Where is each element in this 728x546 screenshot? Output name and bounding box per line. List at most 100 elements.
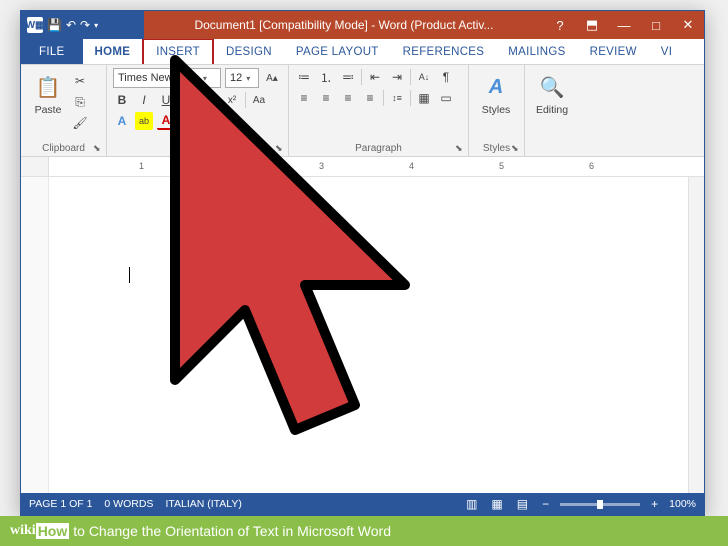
- word-app-icon[interactable]: W▦: [27, 17, 43, 33]
- align-left-button[interactable]: ≡: [295, 89, 313, 107]
- divider: [245, 92, 246, 108]
- cut-button[interactable]: ✂: [71, 72, 89, 90]
- wikihow-logo-how: How: [36, 523, 70, 539]
- ruler-horizontal[interactable]: 1 2 3 4 5 6: [21, 157, 704, 177]
- paste-button[interactable]: 📋 Paste: [27, 68, 69, 132]
- ruler-tick: 3: [319, 161, 324, 171]
- print-layout-button[interactable]: ▦: [488, 497, 505, 511]
- tab-review[interactable]: REVIEW: [578, 39, 649, 64]
- tab-home[interactable]: HOME: [83, 39, 143, 64]
- grow-font-button[interactable]: A▴: [263, 69, 281, 87]
- show-hide-button[interactable]: ¶: [437, 68, 455, 86]
- sort-button[interactable]: A↓: [415, 68, 433, 86]
- text-effects-button[interactable]: A: [113, 112, 131, 130]
- italic-button[interactable]: I: [135, 91, 153, 109]
- status-bar: PAGE 1 OF 1 0 WORDS ITALIAN (ITALY) ▥ ▦ …: [21, 493, 704, 515]
- styles-button[interactable]: A Styles: [475, 68, 517, 116]
- ruler-tick: 6: [589, 161, 594, 171]
- zoom-slider[interactable]: [560, 503, 640, 506]
- styles-icon: A: [481, 72, 511, 102]
- case-button[interactable]: Aa: [250, 91, 268, 109]
- group-clipboard: 📋 Paste ✂ ⎘ 🖌 Clipboard ⬊: [21, 65, 107, 156]
- multilevel-button[interactable]: ≕: [339, 68, 357, 86]
- format-painter-button[interactable]: 🖌: [71, 114, 89, 132]
- increase-indent-button[interactable]: ⇥: [388, 68, 406, 86]
- scrollbar-vertical[interactable]: [688, 177, 704, 493]
- bullets-button[interactable]: ≔: [295, 68, 313, 86]
- wikihow-caption: wikiHow to Change the Orientation of Tex…: [0, 516, 728, 546]
- styles-btn-label: Styles: [482, 104, 511, 116]
- tab-file[interactable]: FILE: [21, 39, 83, 64]
- wikihow-logo-wiki: wiki: [10, 523, 36, 539]
- save-button[interactable]: 💾: [47, 18, 62, 32]
- editing-btn-label: Editing: [536, 104, 568, 116]
- tab-insert[interactable]: INSERT: [142, 38, 214, 64]
- paragraph-label: Paragraph: [289, 143, 468, 154]
- font-name-combo[interactable]: Times New Rom▾: [113, 68, 221, 88]
- strike-button[interactable]: abc: [179, 91, 197, 109]
- ruler-tick: 5: [499, 161, 504, 171]
- ruler-ticks: 1 2 3 4 5 6: [49, 157, 704, 176]
- find-icon: 🔍: [537, 72, 567, 102]
- window-title: Document1 [Compatibility Mode] - Word (P…: [144, 18, 544, 32]
- zoom-thumb[interactable]: [597, 500, 603, 509]
- divider: [383, 90, 384, 106]
- text-cursor: [129, 267, 130, 283]
- editing-button[interactable]: 🔍 Editing: [531, 68, 573, 116]
- tab-design[interactable]: DESIGN: [214, 39, 284, 64]
- undo-button[interactable]: ↶: [66, 18, 76, 32]
- underline-button[interactable]: U: [157, 91, 175, 109]
- tab-page-layout[interactable]: PAGE LAYOUT: [284, 39, 391, 64]
- status-page[interactable]: PAGE 1 OF 1: [29, 498, 92, 510]
- qat-more-button[interactable]: ▾: [94, 21, 98, 30]
- styles-launcher[interactable]: ⬊: [511, 143, 521, 153]
- bold-button[interactable]: B: [113, 91, 131, 109]
- minimize-button[interactable]: —: [608, 11, 640, 39]
- superscript-button[interactable]: x²: [223, 91, 241, 109]
- close-button[interactable]: ✕: [672, 11, 704, 39]
- paste-label: Paste: [35, 104, 62, 116]
- subscript-button[interactable]: x₂: [201, 91, 219, 109]
- maximize-button[interactable]: □: [640, 11, 672, 39]
- align-center-button[interactable]: ≡: [317, 89, 335, 107]
- divider: [410, 69, 411, 85]
- font-size-combo[interactable]: 12▾: [225, 68, 259, 88]
- help-button[interactable]: ?: [544, 11, 576, 39]
- caption-text: to Change the Orientation of Text in Mic…: [73, 523, 391, 539]
- numbering-button[interactable]: ⒈: [317, 68, 335, 86]
- clipboard-launcher[interactable]: ⬊: [93, 143, 103, 153]
- paragraph-launcher[interactable]: ⬊: [455, 143, 465, 153]
- web-layout-button[interactable]: ▤: [514, 497, 531, 511]
- line-spacing-button[interactable]: ↕≡: [388, 89, 406, 107]
- borders-button[interactable]: ▭: [437, 89, 455, 107]
- decrease-indent-button[interactable]: ⇤: [366, 68, 384, 86]
- divider: [361, 69, 362, 85]
- copy-button[interactable]: ⎘: [71, 93, 89, 111]
- ruler-vertical[interactable]: [21, 177, 49, 493]
- highlight-button[interactable]: ab: [135, 112, 153, 130]
- group-editing: 🔍 Editing: [525, 65, 585, 156]
- status-language[interactable]: ITALIAN (ITALY): [165, 498, 241, 510]
- document-area: [21, 177, 704, 493]
- font-color-button[interactable]: A: [157, 112, 175, 130]
- divider: [410, 90, 411, 106]
- redo-button[interactable]: ↷: [80, 18, 90, 32]
- paste-icon: 📋: [33, 72, 63, 102]
- align-right-button[interactable]: ≡: [339, 89, 357, 107]
- tab-references[interactable]: REFERENCES: [391, 39, 497, 64]
- zoom-level[interactable]: 100%: [669, 498, 696, 510]
- shading-button[interactable]: ▦: [415, 89, 433, 107]
- tab-mailings[interactable]: MAILINGS: [496, 39, 577, 64]
- read-mode-button[interactable]: ▥: [463, 497, 480, 511]
- ruler-corner: [21, 157, 49, 176]
- ribbon-display-button[interactable]: ⬒: [576, 11, 608, 39]
- ruler-tick: 2: [229, 161, 234, 171]
- tab-view[interactable]: VI: [649, 39, 684, 64]
- zoom-out-button[interactable]: −: [539, 497, 552, 511]
- document-page[interactable]: [49, 177, 688, 493]
- zoom-in-button[interactable]: +: [648, 497, 661, 511]
- font-launcher[interactable]: ⬊: [275, 143, 285, 153]
- quick-access-toolbar: W▦ 💾 ↶ ↷ ▾: [21, 11, 144, 39]
- justify-button[interactable]: ≡: [361, 89, 379, 107]
- status-words[interactable]: 0 WORDS: [104, 498, 153, 510]
